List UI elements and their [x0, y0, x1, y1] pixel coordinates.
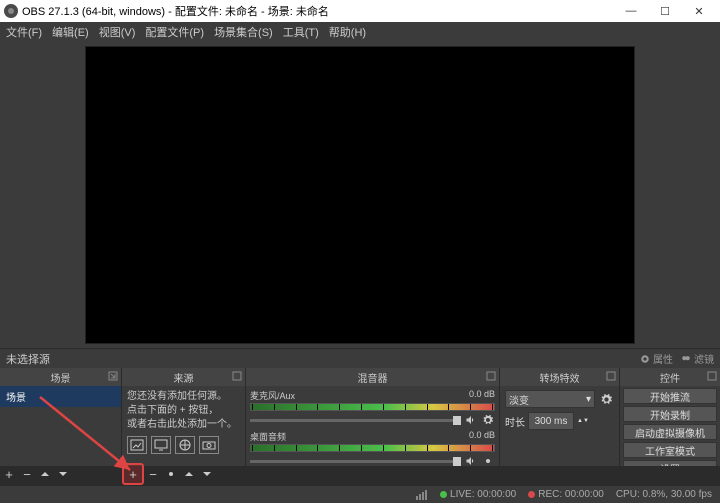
sources-hint: 您还没有添加任何源。 [127, 390, 240, 404]
menu-bar: 文件(F) 编辑(E) 视图(V) 配置文件(P) 场景集合(S) 工具(T) … [0, 22, 720, 42]
audio-meter [250, 403, 495, 411]
scenes-toolbar: + − [0, 465, 122, 483]
source-up-button[interactable] [180, 465, 198, 483]
rec-dot-icon [528, 491, 535, 498]
sources-body[interactable]: 您还没有添加任何源。 点击下面的 + 按钮， 或者右击此处添加一个。 [122, 386, 245, 466]
menu-view[interactable]: 视图(V) [99, 24, 136, 40]
selection-bar: 未选择源 属性 滤镜 [0, 348, 720, 368]
sources-hint: 或者右击此处添加一个。 [127, 418, 240, 432]
remove-scene-button[interactable]: − [18, 465, 36, 483]
start-vcam-button[interactable]: 启动虚拟摄像机 [623, 424, 717, 440]
menu-edit[interactable]: 编辑(E) [52, 24, 89, 40]
image-icon [127, 436, 147, 454]
volume-slider[interactable] [250, 419, 461, 422]
duration-input[interactable]: 300 ms [528, 412, 574, 430]
speaker-icon[interactable] [464, 454, 478, 466]
selection-text: 未选择源 [6, 351, 50, 367]
properties-button[interactable]: 属性 [640, 351, 673, 366]
globe-icon [175, 436, 195, 454]
source-settings-button[interactable] [162, 465, 180, 483]
sources-title: 来源 [174, 370, 194, 385]
track-name: 麦克风/Aux [250, 389, 295, 402]
start-stream-button[interactable]: 开始推流 [623, 388, 717, 404]
popout-icon[interactable] [606, 371, 616, 381]
close-button[interactable]: ✕ [682, 0, 716, 22]
transition-select[interactable]: 淡变▾ [505, 390, 595, 408]
stepper-icon[interactable]: ▲▼ [577, 418, 589, 424]
scene-down-button[interactable] [54, 465, 72, 483]
studio-mode-button[interactable]: 工作室模式 [623, 442, 717, 458]
source-down-button[interactable] [198, 465, 216, 483]
scenes-title: 场景 [51, 370, 71, 385]
popout-icon[interactable] [232, 371, 242, 381]
live-dot-icon [440, 491, 447, 498]
popout-icon[interactable] [707, 371, 717, 381]
popout-icon[interactable] [486, 371, 496, 381]
add-source-button[interactable]: + [124, 465, 142, 483]
gear-icon[interactable] [481, 454, 495, 466]
menu-help[interactable]: 帮助(H) [329, 24, 366, 40]
docks: 场景 场景 来源 您还没有添加任何源。 点击下面的 + 按钮， 或者右击此处添加… [0, 368, 720, 466]
gear-icon[interactable] [598, 391, 614, 407]
track-db: 0.0 dB [469, 389, 495, 402]
display-icon [151, 436, 171, 454]
menu-scenes[interactable]: 场景集合(S) [214, 24, 273, 40]
status-bar: LIVE: 00:00:00 REC: 00:00:00 CPU: 0.8%, … [0, 485, 720, 503]
sources-panel: 来源 您还没有添加任何源。 点击下面的 + 按钮， 或者右击此处添加一个。 [122, 368, 246, 466]
mixer-track: 桌面音频 0.0 dB [250, 430, 495, 466]
filters-button[interactable]: 滤镜 [681, 351, 714, 366]
controls-panel: 控件 开始推流 开始录制 启动虚拟摄像机 工作室模式 设置 退出 [620, 368, 720, 466]
start-record-button[interactable]: 开始录制 [623, 406, 717, 422]
mixer-track: 麦克风/Aux 0.0 dB [250, 389, 495, 427]
preview-canvas[interactable] [85, 46, 635, 344]
app-logo-icon [4, 4, 18, 18]
duration-label: 时长 [505, 414, 525, 429]
gear-icon[interactable] [481, 413, 495, 427]
live-status: LIVE: 00:00:00 [450, 489, 516, 500]
speaker-icon[interactable] [464, 413, 478, 427]
scenes-panel: 场景 场景 [0, 368, 122, 466]
rec-status: REC: 00:00:00 [538, 489, 604, 500]
maximize-button[interactable]: ☐ [648, 0, 682, 22]
transition-title: 转场特效 [540, 370, 580, 385]
track-db: 0.0 dB [469, 430, 495, 443]
menu-file[interactable]: 文件(F) [6, 24, 42, 40]
sources-toolbar: + − [122, 465, 246, 483]
audio-meter [250, 444, 495, 452]
sources-hint: 点击下面的 + 按钮， [127, 404, 240, 418]
title-bar: OBS 27.1.3 (64-bit, windows) - 配置文件: 未命名… [0, 0, 720, 22]
minimize-button[interactable]: — [614, 0, 648, 22]
window-title: OBS 27.1.3 (64-bit, windows) - 配置文件: 未命名… [22, 3, 329, 19]
popout-icon[interactable] [108, 371, 118, 381]
mixer-panel: 混音器 麦克风/Aux 0.0 dB 桌面音频 0.0 dB [246, 368, 500, 466]
settings-button[interactable]: 设置 [623, 460, 717, 466]
track-name: 桌面音频 [250, 430, 286, 443]
add-scene-button[interactable]: + [0, 465, 18, 483]
cpu-status: CPU: 0.8%, 30.00 fps [616, 489, 712, 500]
scene-item[interactable]: 场景 [0, 386, 121, 407]
menu-tools[interactable]: 工具(T) [283, 24, 319, 40]
highlight-annotation: + [122, 463, 144, 485]
controls-title: 控件 [660, 370, 680, 385]
menu-profile[interactable]: 配置文件(P) [145, 24, 204, 40]
volume-slider[interactable] [250, 460, 461, 463]
preview-area [0, 42, 720, 348]
remove-source-button[interactable]: − [144, 465, 162, 483]
mixer-title: 混音器 [358, 370, 388, 385]
scene-up-button[interactable] [36, 465, 54, 483]
network-status [416, 490, 428, 500]
transition-panel: 转场特效 淡变▾ 时长 300 ms ▲▼ [500, 368, 620, 466]
camera-icon [199, 436, 219, 454]
chevron-down-icon: ▾ [586, 394, 591, 405]
